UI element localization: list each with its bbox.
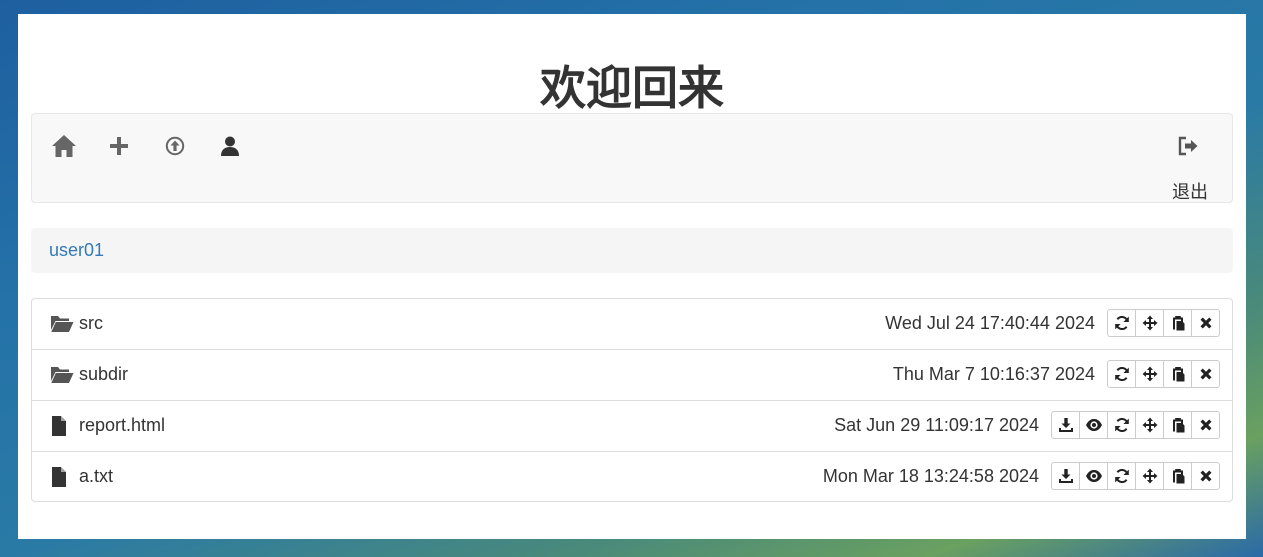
refresh-icon <box>1114 366 1130 382</box>
refresh-icon <box>1114 417 1130 433</box>
paste-icon <box>1170 468 1186 484</box>
home-icon[interactable] <box>48 130 80 162</box>
action-button-group <box>1107 360 1220 388</box>
modified-date: Wed Jul 24 17:40:44 2024 <box>885 313 1095 333</box>
paste-button[interactable] <box>1163 411 1192 439</box>
folder-icon <box>50 364 74 386</box>
download-button[interactable] <box>1051 411 1080 439</box>
refresh-icon <box>1114 315 1130 331</box>
toolbar: 退出 <box>31 113 1233 203</box>
paste-button[interactable] <box>1163 462 1192 490</box>
file-name-link[interactable]: report.html <box>79 415 165 436</box>
action-button-group <box>1051 411 1220 439</box>
folder-icon <box>50 313 74 335</box>
move-icon <box>1142 417 1158 433</box>
breadcrumb: user01 <box>31 228 1233 273</box>
move-button[interactable] <box>1135 309 1164 337</box>
page-title: 欢迎回来 <box>540 61 724 115</box>
file-row: report.html Sat Jun 29 11:09:17 2024 <box>32 401 1232 452</box>
logout-icon[interactable] <box>1172 130 1204 162</box>
delete-icon <box>1199 367 1213 381</box>
refresh-button[interactable] <box>1107 360 1136 388</box>
main-card: 欢迎回来 退出 user01 src Wed Jul 24 17:40:44 20… <box>18 14 1246 539</box>
action-button-group <box>1051 462 1220 490</box>
delete-button[interactable] <box>1191 462 1220 490</box>
refresh-icon <box>1114 468 1130 484</box>
paste-icon <box>1170 366 1186 382</box>
move-button[interactable] <box>1135 462 1164 490</box>
download-icon <box>1058 468 1074 484</box>
action-button-group <box>1107 309 1220 337</box>
delete-button[interactable] <box>1191 360 1220 388</box>
file-icon <box>50 466 74 488</box>
paste-button[interactable] <box>1163 309 1192 337</box>
paste-icon <box>1170 417 1186 433</box>
plus-icon[interactable] <box>103 130 135 162</box>
file-icon <box>50 415 74 437</box>
delete-icon <box>1199 469 1213 483</box>
refresh-button[interactable] <box>1107 411 1136 439</box>
eye-icon <box>1085 418 1103 432</box>
refresh-button[interactable] <box>1107 462 1136 490</box>
delete-icon <box>1199 418 1213 432</box>
eye-button[interactable] <box>1079 411 1108 439</box>
move-button[interactable] <box>1135 360 1164 388</box>
download-icon <box>1058 417 1074 433</box>
move-icon <box>1142 366 1158 382</box>
delete-button[interactable] <box>1191 411 1220 439</box>
refresh-button[interactable] <box>1107 309 1136 337</box>
breadcrumb-user01[interactable]: user01 <box>49 240 104 261</box>
delete-icon <box>1199 316 1213 330</box>
paste-icon <box>1170 315 1186 331</box>
file-name-link[interactable]: subdir <box>79 364 128 385</box>
delete-button[interactable] <box>1191 309 1220 337</box>
move-icon <box>1142 468 1158 484</box>
file-row: a.txt Mon Mar 18 13:24:58 2024 <box>32 452 1232 503</box>
modified-date: Mon Mar 18 13:24:58 2024 <box>822 466 1039 486</box>
paste-button[interactable] <box>1163 360 1192 388</box>
logout-link[interactable]: 退出 <box>1172 178 1208 204</box>
upload-icon[interactable] <box>159 130 191 162</box>
file-name-link[interactable]: a.txt <box>79 466 113 487</box>
file-name-link[interactable]: src <box>79 313 103 334</box>
user-icon[interactable] <box>214 130 246 162</box>
move-button[interactable] <box>1135 411 1164 439</box>
folder-row: src Wed Jul 24 17:40:44 2024 <box>32 299 1232 350</box>
move-icon <box>1142 315 1158 331</box>
eye-button[interactable] <box>1079 462 1108 490</box>
modified-date: Sat Jun 29 11:09:17 2024 <box>834 415 1039 435</box>
download-button[interactable] <box>1051 462 1080 490</box>
folder-row: subdir Thu Mar 7 10:16:37 2024 <box>32 350 1232 401</box>
file-list: src Wed Jul 24 17:40:44 2024 subdir Thu Mar… <box>31 298 1233 502</box>
modified-date: Thu Mar 7 10:16:37 2024 <box>892 364 1095 384</box>
eye-icon <box>1085 469 1103 483</box>
